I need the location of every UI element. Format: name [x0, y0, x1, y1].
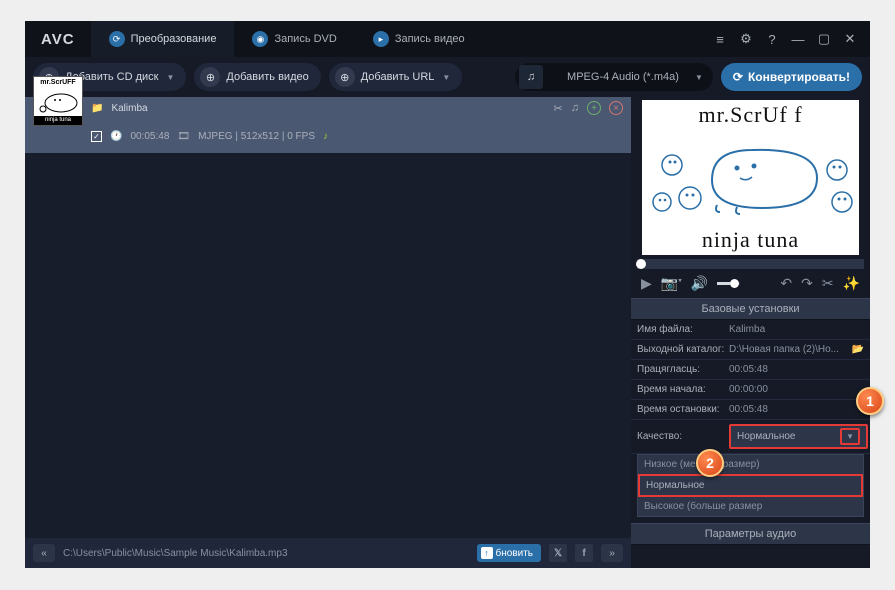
duration-value: 00:05:48 [729, 364, 864, 375]
filename-label: Имя файла: [637, 324, 729, 335]
seek-slider[interactable] [637, 259, 864, 269]
music-note-icon: ♫ [519, 65, 543, 89]
film-icon: 🎞 [177, 131, 190, 142]
stop-label: Время остановки: [637, 404, 729, 415]
quality-option-low[interactable]: Низкое (меньше размер) [638, 455, 863, 474]
chevron-down-icon: ▼ [167, 73, 175, 82]
fx-icon[interactable]: ✨ [843, 275, 860, 292]
add-video-button[interactable]: ⊕ Добавить видео [194, 63, 320, 91]
facebook-icon[interactable]: f [575, 544, 593, 562]
update-label: бновить [496, 548, 534, 559]
convert-label: Конвертировать! [748, 70, 850, 84]
refresh-icon: ⟳ [733, 70, 743, 84]
start-label: Время начала: [637, 384, 729, 395]
help-icon[interactable]: ? [764, 31, 780, 47]
settings-table: Имя файла:Kalimba Выходной каталог:D:\Но… [631, 320, 870, 454]
tab-dvd[interactable]: ◉ Запись DVD [234, 21, 354, 57]
play-icon[interactable]: ▶ [641, 275, 652, 292]
preview-subtitle: ninja tuna [642, 227, 859, 253]
add-url-label: Добавить URL [361, 71, 435, 83]
format-selector[interactable]: ♫ MPEG-4 Audio (*.m4a) ▼ [515, 63, 713, 91]
marker-2: 2 [696, 449, 724, 477]
output-label: Выходной каталог: [637, 344, 729, 355]
music-icon: ♪ [323, 131, 328, 142]
play-icon: ▸ [373, 31, 389, 47]
tab-video-label: Запись видео [395, 33, 465, 45]
scissors-icon[interactable]: ✂ [822, 275, 834, 292]
chevron-down-icon: ▼ [442, 73, 450, 82]
video-plus-icon: ⊕ [200, 67, 220, 87]
folder-icon: 📁 [91, 103, 103, 114]
clock-icon: 🕐 [110, 131, 122, 142]
stop-value[interactable]: 00:05:48 [729, 404, 864, 415]
add-icon[interactable]: + [587, 101, 601, 115]
format-text: MPEG-4 Audio (*.m4a) [553, 71, 693, 83]
update-button[interactable]: ↑ бновить [477, 544, 542, 562]
quality-label: Качество: [637, 431, 729, 442]
filename-value[interactable]: Kalimba [729, 324, 864, 335]
preview-image: mr.ScrUf f [642, 100, 859, 255]
title-bar: AVC ⟳ Преобразование ◉ Запись DVD ▸ Запи… [25, 21, 870, 57]
list-header: mr.ScrUFF ninja tuna 📁 Kalimba ✂ ♫ + × [25, 97, 631, 119]
disc-icon: ◉ [252, 31, 268, 47]
codec-info: MJPEG | 512x512 | 0 FPS [198, 131, 315, 142]
right-panel: mr.ScrUf f [631, 97, 870, 568]
browse-icon[interactable]: 📂 [852, 344, 864, 355]
duration-label: Працягласць: [637, 364, 729, 375]
main-toolbar: ⊕ Добавить CD диск ▼ ⊕ Добавить видео ⊕ … [25, 57, 870, 97]
list-icon[interactable]: ≡ [712, 31, 728, 47]
quality-select[interactable]: Нормальное ▼ [729, 424, 868, 449]
bottom-bar: « C:\Users\Public\Music\Sample Music\Kal… [25, 538, 631, 568]
duration: 00:05:48 [130, 131, 169, 142]
cut-icon[interactable]: ✂ [554, 102, 563, 115]
media-controls: ▶ 📷▾ 🔊 ↶ ↷ ✂ ✨ [631, 269, 870, 298]
volume-icon[interactable]: 🔊 [691, 275, 708, 292]
twitter-icon[interactable]: 𝕏 [549, 544, 567, 562]
minimize-icon[interactable]: — [790, 31, 806, 47]
collapse-left-icon[interactable]: « [33, 544, 55, 562]
quality-option-high[interactable]: Высокое (больше размер [638, 497, 863, 516]
add-url-button[interactable]: ⊕ Добавить URL ▼ [329, 63, 463, 91]
file-list-panel: mr.ScrUFF ninja tuna 📁 Kalimba ✂ ♫ + × ✓… [25, 97, 631, 568]
item-row[interactable]: ✓ 🕐 00:05:48 🎞 MJPEG | 512x512 | 0 FPS ♪ [25, 119, 631, 153]
output-value[interactable]: D:\Новая папка (2)\Но...📂 [729, 344, 864, 355]
convert-icon: ⟳ [109, 31, 125, 47]
add-video-label: Добавить видео [226, 71, 308, 83]
rotate-left-icon[interactable]: ↶ [780, 275, 792, 292]
checkbox[interactable]: ✓ [91, 131, 102, 142]
item-thumbnail[interactable]: mr.ScrUFF ninja tuna [33, 76, 83, 126]
tab-video[interactable]: ▸ Запись видео [355, 21, 483, 57]
quality-dropdown: Низкое (меньше размер) Нормальное Высоко… [637, 454, 864, 517]
marker-1: 1 [856, 387, 884, 415]
item-title: Kalimba [111, 103, 147, 114]
tab-convert[interactable]: ⟳ Преобразование [91, 21, 235, 57]
quality-option-normal[interactable]: Нормальное [638, 474, 863, 497]
tab-dvd-label: Запись DVD [274, 33, 336, 45]
camera-icon[interactable]: 📷▾ [661, 275, 682, 292]
gear-icon[interactable]: ⚙ [738, 31, 754, 47]
audio-params-header[interactable]: Параметры аудио [631, 523, 870, 545]
collapse-right-icon[interactable]: » [601, 544, 623, 562]
quality-value: Нормальное [737, 431, 795, 442]
maximize-icon[interactable]: ▢ [816, 31, 832, 47]
start-value[interactable]: 00:00:00 [729, 384, 864, 395]
basic-settings-header: Базовые установки [631, 298, 870, 320]
rotate-right-icon[interactable]: ↷ [801, 275, 813, 292]
chevron-down-icon: ▼ [695, 73, 703, 82]
notes-icon[interactable]: ♫ [571, 102, 579, 114]
convert-button[interactable]: ⟳ Конвертировать! [721, 63, 862, 91]
preview-title: mr.ScrUf f [642, 100, 859, 128]
close-icon[interactable]: ✕ [842, 31, 858, 47]
volume-slider[interactable] [717, 282, 740, 285]
chevron-down-icon: ▼ [840, 428, 860, 445]
tab-convert-label: Преобразование [131, 33, 217, 45]
upload-icon: ↑ [481, 547, 493, 559]
app-logo: AVC [25, 31, 91, 48]
globe-plus-icon: ⊕ [335, 67, 355, 87]
remove-icon[interactable]: × [609, 101, 623, 115]
file-path: C:\Users\Public\Music\Sample Music\Kalim… [63, 548, 288, 559]
